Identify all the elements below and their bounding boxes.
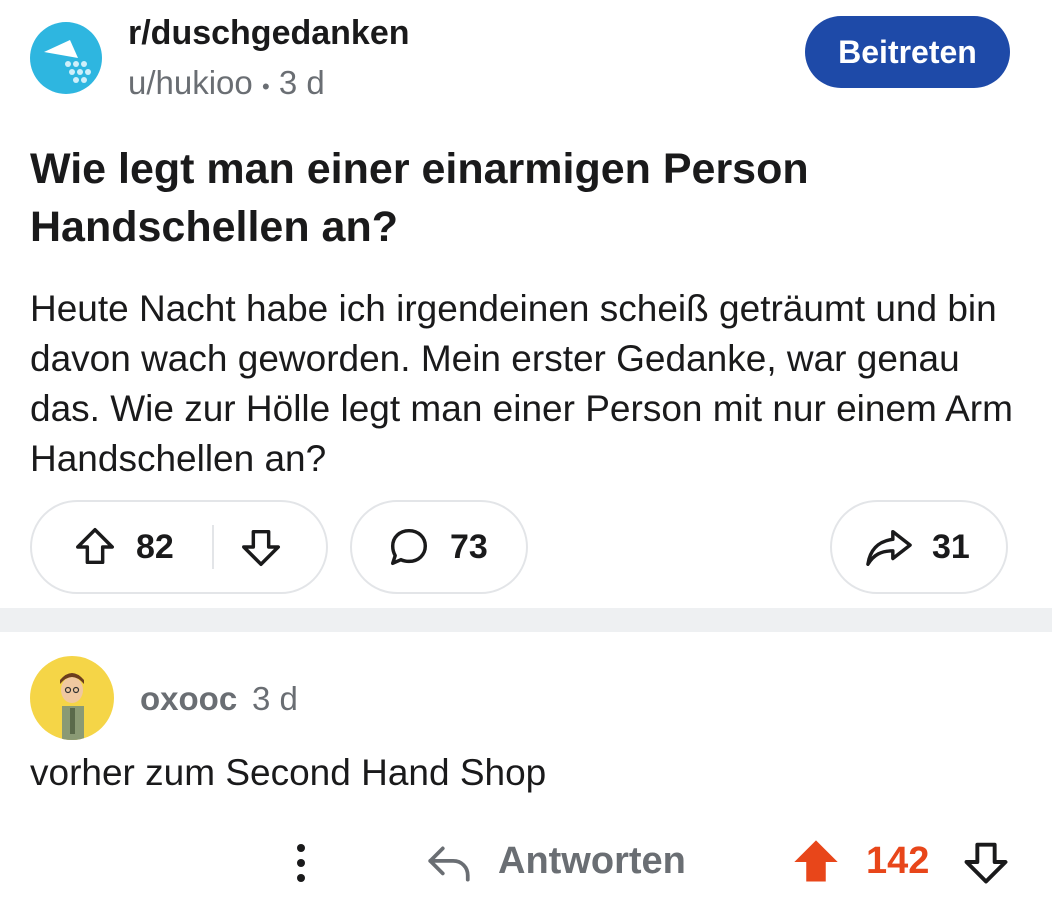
upvote-count: 82 [136,527,174,566]
post-age: 3 d [278,64,325,101]
share-count: 31 [932,527,970,566]
share-icon [864,524,914,570]
comment-username[interactable]: oxooc [140,680,237,718]
upvote-icon[interactable] [72,524,118,570]
comment-text: vorher zum Second Hand Shop [30,752,547,793]
post-body: Heute Nacht habe ich irgendeinen scheiß … [30,288,1013,479]
section-divider [0,608,1052,632]
post-author[interactable]: u/hukioo [128,64,253,101]
comments-button[interactable]: 73 [350,500,528,594]
comment-icon [386,524,432,570]
vote-divider [211,525,214,569]
vote-bar: 82 [30,500,328,594]
more-icon[interactable] [284,838,318,888]
comment-count: 73 [450,527,488,566]
join-button[interactable]: Beitreten [805,16,1010,88]
person-icon [60,673,84,740]
post-title[interactable]: Wie legt man einer einarmigen Person Han… [30,140,990,256]
upvote-filled-icon[interactable] [790,836,842,888]
post-meta: u/hukioo • 3 d [128,64,325,102]
comment-score: 142 [866,840,930,882]
comment-avatar[interactable] [30,656,114,740]
meta-separator: • [261,74,270,99]
subreddit-name[interactable]: r/duschgedanken [128,14,410,53]
downvote-icon[interactable] [960,836,1012,888]
reply-icon[interactable] [424,838,474,888]
downvote-icon[interactable] [238,524,284,570]
comment-age: 3 d [252,680,298,717]
subreddit-avatar[interactable] [30,22,102,94]
shower-icon [44,40,91,83]
share-button[interactable]: 31 [830,500,1008,594]
reply-button[interactable]: Antworten [498,840,686,883]
